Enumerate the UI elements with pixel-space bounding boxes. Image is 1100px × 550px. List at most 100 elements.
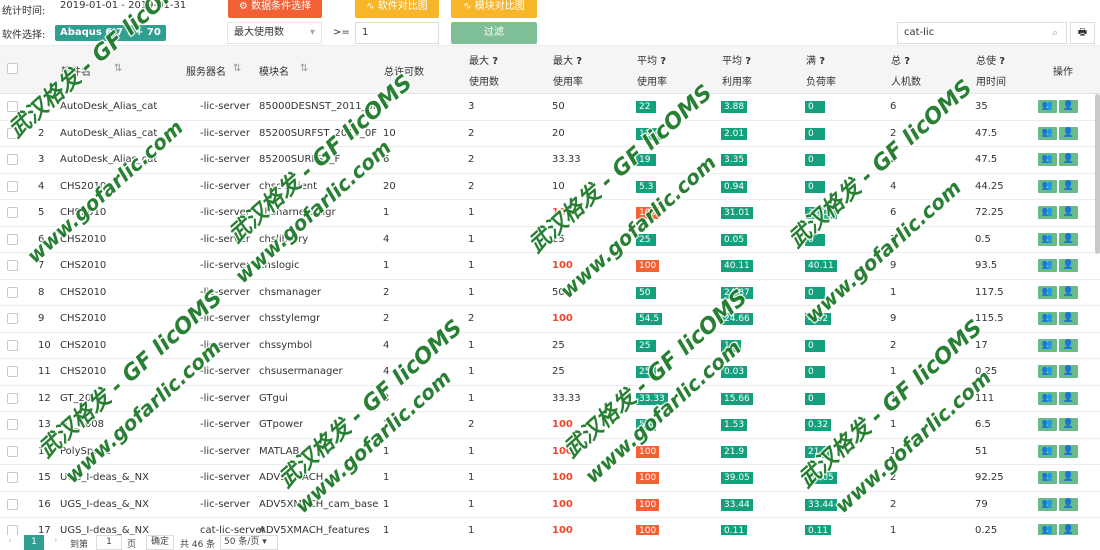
sort-icon[interactable]: ⇅ [300,63,308,74]
users-icon[interactable]: 👥 [1038,524,1057,535]
cell-avg: 50 [636,280,656,306]
print-button[interactable]: 🖶 [1070,22,1095,44]
row-checkbox[interactable] [7,498,18,510]
row-checkbox[interactable] [7,366,18,377]
users-icon[interactable]: 👥 [1038,126,1057,140]
users-icon[interactable]: 👥 [1038,365,1057,378]
row-actions: 👥 👤 [1036,100,1078,113]
user-icon[interactable]: 👤 [1059,285,1078,299]
users-icon[interactable]: 👥 [1038,179,1057,193]
user-icon[interactable]: 👤 [1059,232,1078,246]
goto-input[interactable]: 1 [96,535,122,550]
table-row[interactable]: 14 PolySpace -lic-server MATLAB 1 1 100 100 21.9… [0,438,1100,465]
user-icon[interactable]: 👤 [1059,497,1078,511]
table-row[interactable]: 7 CHS2010 -lic-server chslogic 1 1 100 100 40.11… [0,253,1100,280]
row-checkbox[interactable] [7,286,18,298]
page-current[interactable]: 1 [24,535,44,550]
users-icon[interactable]: 👥 [1038,100,1057,113]
users-icon[interactable]: 👥 [1038,391,1057,405]
user-icon[interactable]: 👤 [1059,100,1078,113]
user-icon[interactable]: 👤 [1059,179,1078,193]
row-checkbox[interactable] [7,445,18,457]
value-badge: 0 [805,154,825,166]
users-icon[interactable]: 👥 [1038,153,1057,166]
table-row[interactable]: 8 CHS2010 -lic-server chsmanager 2 1 50 50 24.87… [0,279,1100,306]
value-badge: 100 [636,472,660,484]
sort-icon[interactable]: ⇅ [233,63,241,74]
cell-n: 17 [38,525,51,535]
row-checkbox[interactable] [7,233,18,245]
module-compare-button[interactable]: ∿ 模块对比图 [451,0,537,18]
filter-button[interactable]: 过滤 [451,22,537,44]
users-icon[interactable]: 👥 [1038,206,1057,219]
user-icon[interactable]: 👤 [1059,206,1078,219]
row-checkbox[interactable] [7,260,18,271]
per-page-select[interactable]: 50 条/页 ▾ [220,535,278,550]
users-icon[interactable]: 👥 [1038,471,1057,484]
header-module[interactable]: 模块名 ⇅ [254,46,379,94]
row-checkbox[interactable] [7,419,18,430]
users-icon[interactable]: 👥 [1038,259,1057,272]
confirm-button[interactable]: 确定 [146,535,175,550]
cell-module: chsusermanager [259,366,343,377]
sort-icon[interactable]: ⇅ [114,63,122,74]
row-checkbox[interactable] [7,154,18,165]
users-icon[interactable]: 👥 [1038,418,1057,431]
metric-select[interactable]: 最大使用数 ▾ [227,22,322,44]
prev-page-icon[interactable]: ‹ [8,536,12,546]
users-icon[interactable]: 👥 [1038,285,1057,299]
data-condition-button[interactable]: ⚙ 数据条件选择 [228,0,322,18]
cell-total: 1 [383,472,390,483]
row-checkbox[interactable] [7,180,18,192]
user-icon[interactable]: 👤 [1059,444,1078,458]
vertical-scrollbar[interactable] [1095,94,1100,254]
user-icon[interactable]: 👤 [1059,471,1078,484]
value-badge: 2.01 [721,127,748,140]
cell-software: CHS2010 [60,286,107,298]
header-max-used[interactable]: 最大 ? 使用数 [464,46,548,94]
users-icon[interactable]: 👥 [1038,444,1057,458]
software-compare-button[interactable]: ∿ 软件对比图 [355,0,439,18]
header-full-load[interactable]: 满 ? 负荷率 [801,46,886,94]
threshold-input[interactable]: 1 [355,22,439,44]
search-icon[interactable]: ⌕ [1052,26,1058,40]
row-checkbox[interactable] [7,472,18,483]
cell-total: 2 [383,313,390,324]
row-checkbox[interactable] [7,392,18,404]
users-icon[interactable]: 👥 [1038,497,1057,511]
user-icon[interactable]: 👤 [1059,338,1078,352]
users-icon[interactable]: 👥 [1038,232,1057,246]
user-icon[interactable]: 👤 [1059,391,1078,405]
table-row[interactable]: 16 UGS_I-deas_&_NX -lic-server ADV5XMACH_ca… [0,491,1100,518]
row-checkbox[interactable] [7,339,18,351]
user-icon[interactable]: 👤 [1059,418,1078,431]
cell-full: 0 [805,359,825,385]
value-badge: 40.11 [721,260,753,272]
table-row[interactable]: 15 UGS_I-deas_&_NX -lic-server ADV5XMACH 1 1 1… [0,465,1100,492]
cell-util: 1.53 [721,412,748,438]
users-icon[interactable]: 👥 [1038,338,1057,352]
user-icon[interactable]: 👤 [1059,312,1078,325]
user-icon[interactable]: 👤 [1059,126,1078,140]
search-input[interactable]: cat-lic [897,22,1067,44]
row-checkbox[interactable] [7,207,18,218]
cell-module: chssymbol [259,339,313,351]
user-icon[interactable]: 👤 [1059,153,1078,166]
header-max-rate[interactable]: 最大 ? 使用率 [548,46,632,94]
next-page-icon[interactable]: › [54,536,58,546]
header-total-time[interactable]: 总使 ? 用时间 [971,46,1033,94]
user-icon[interactable]: 👤 [1059,524,1078,535]
users-icon[interactable]: 👥 [1038,312,1057,325]
user-icon[interactable]: 👤 [1059,259,1078,272]
cell-total: 20 [383,180,396,192]
operator-label: >= [333,27,350,38]
cell-max: 1 [468,445,475,457]
select-all-checkbox[interactable] [7,63,18,74]
header-avg-util[interactable]: 平均 ? 利用率 [717,46,801,94]
row-checkbox[interactable] [7,525,18,535]
header-server[interactable]: 服务器名 ⇅ [181,46,254,94]
user-icon[interactable]: 👤 [1059,365,1078,378]
row-checkbox[interactable] [7,313,18,324]
header-select-all[interactable] [0,46,30,94]
table-row[interactable]: 17 UGS_I-deas_&_NX cat-lic-server ADV5XMACH… [0,518,1100,535]
